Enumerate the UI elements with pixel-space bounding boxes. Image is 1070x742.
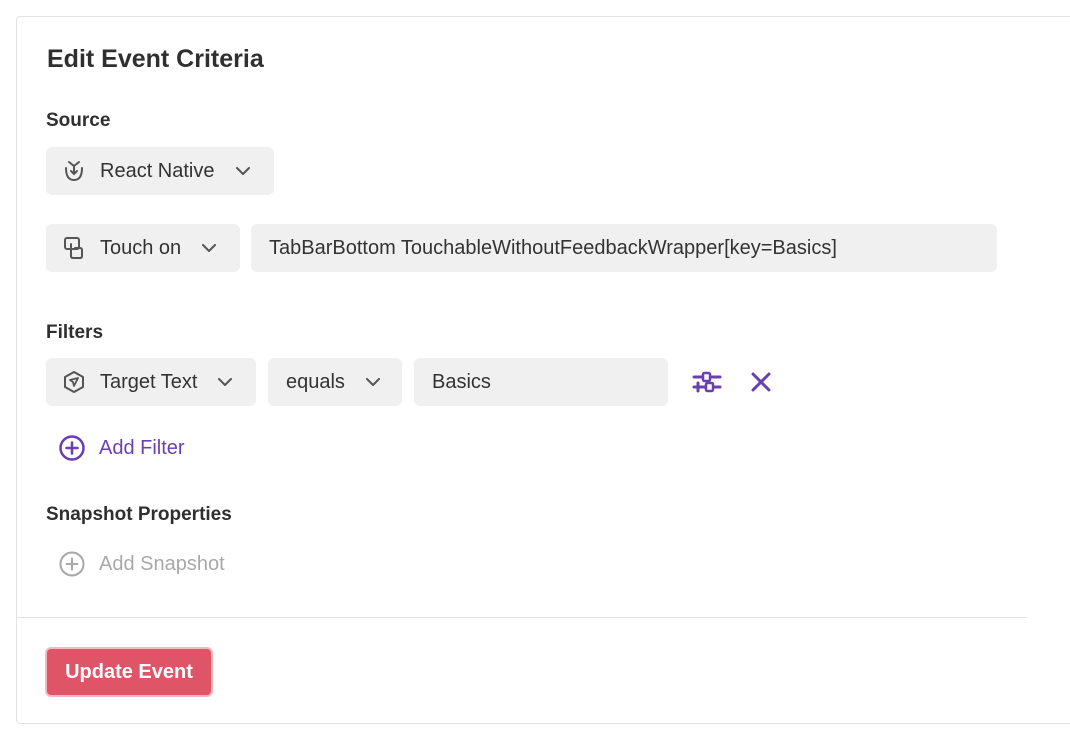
add-filter-button[interactable]: Add Filter [59, 433, 185, 463]
add-filter-label: Add Filter [99, 436, 185, 459]
filter-operator-value: equals [286, 370, 345, 393]
add-snapshot-button[interactable]: Add Snapshot [59, 549, 225, 579]
panel-title: Edit Event Criteria [47, 45, 264, 73]
sliders-icon [692, 370, 722, 394]
filter-settings-button[interactable] [690, 365, 724, 399]
react-native-icon [62, 159, 86, 183]
platform-select-value: React Native [100, 159, 215, 182]
filters-label: Filters [46, 322, 104, 343]
update-event-button[interactable]: Update Event [45, 647, 213, 697]
footer-divider [17, 617, 1027, 618]
event-type-select[interactable]: Touch on [46, 224, 240, 272]
event-type-value: Touch on [100, 236, 182, 259]
chevron-down-icon [365, 374, 381, 390]
add-snapshot-label: Add Snapshot [99, 552, 225, 575]
target-icon [62, 370, 86, 394]
chevron-down-icon [235, 163, 251, 179]
selector-input[interactable]: TabBarBottom TouchableWithoutFeedbackWra… [251, 224, 997, 272]
edit-event-panel: Edit Event Criteria Source React Native … [16, 16, 1070, 724]
filter-property-value: Target Text [100, 370, 198, 393]
chevron-down-icon [217, 374, 233, 390]
filter-property-select[interactable]: Target Text [46, 358, 256, 406]
touch-icon [62, 236, 86, 260]
filter-operator-select[interactable]: equals [268, 358, 402, 406]
plus-circle-icon [59, 435, 85, 461]
filter-value-input[interactable]: Basics [414, 358, 668, 406]
source-label: Source [46, 110, 111, 131]
plus-circle-icon [59, 551, 85, 577]
close-icon [751, 372, 771, 392]
chevron-down-icon [201, 240, 217, 256]
snapshot-properties-label: Snapshot Properties [46, 504, 232, 525]
remove-filter-button[interactable] [744, 365, 778, 399]
platform-select[interactable]: React Native [46, 147, 274, 195]
